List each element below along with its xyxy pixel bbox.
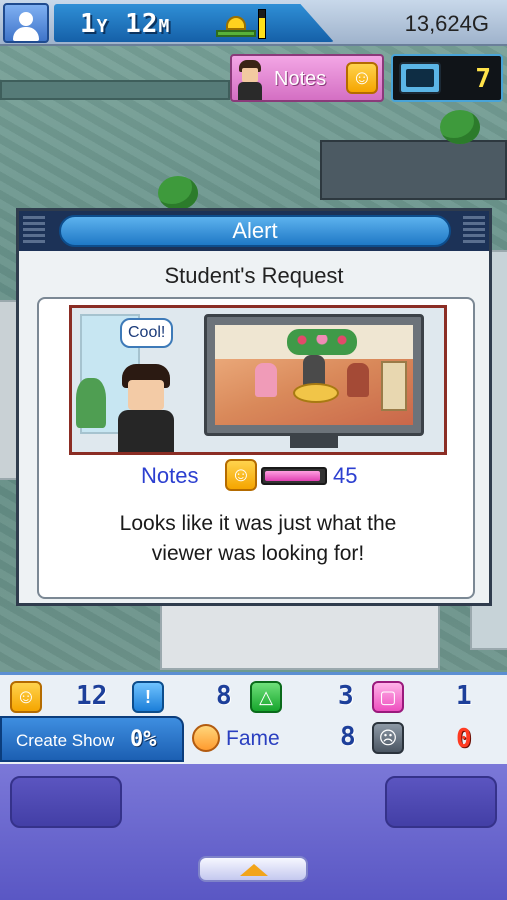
tree	[440, 110, 480, 144]
date-years-unit: Y	[96, 16, 109, 37]
screen-icon: ▢	[372, 681, 404, 713]
bookshelf	[381, 361, 407, 411]
alert-dialog[interactable]: Alert Student's Request Cool! Notes ☺ 45…	[16, 208, 492, 606]
profile-button[interactable]	[3, 3, 49, 43]
arrow-up-icon	[240, 864, 268, 876]
alert-count: 0	[456, 724, 472, 754]
date-panel: 1Y 12M	[54, 4, 334, 42]
tv-count: 7	[475, 64, 491, 94]
smiley-icon: ☺	[346, 62, 378, 94]
gauge-fill	[259, 18, 265, 38]
create-show-percent: 0%	[130, 727, 157, 752]
fame-icon	[192, 724, 220, 752]
grip-icon	[23, 216, 45, 244]
student-avatar	[236, 58, 264, 100]
weather-icon	[216, 10, 256, 38]
sad-face-icon: ☹	[372, 722, 404, 754]
speech-bubble: Cool!	[120, 318, 174, 348]
ground-icon	[216, 30, 256, 37]
notes-stat-row: Notes ☺ 45	[39, 459, 473, 493]
tv-screen	[215, 325, 413, 425]
notes-chip-label: Notes	[274, 68, 327, 90]
host-red	[347, 363, 369, 397]
date-months: 12	[125, 9, 159, 39]
message-line-2: viewer was looking for!	[151, 542, 365, 565]
tv-set	[204, 314, 424, 436]
host-pink	[255, 363, 277, 397]
tv-stand	[290, 434, 338, 448]
stat-value: 8	[340, 722, 356, 752]
student-character	[116, 364, 176, 452]
avatar-face	[242, 68, 258, 82]
sun-icon	[226, 16, 246, 30]
request-card: Cool! Notes ☺ 45 Looks like it was just …	[37, 297, 475, 599]
notes-label: Notes	[141, 463, 199, 488]
game-date: 1Y 12M	[80, 9, 170, 39]
building-bottom	[160, 600, 440, 670]
gold-amount: 13,624G	[404, 11, 489, 36]
date-years: 1	[80, 9, 97, 39]
control-area	[0, 764, 507, 900]
smiley-icon: ☺	[10, 681, 42, 713]
top-hud: 1Y 12M 13,624G	[0, 0, 507, 46]
notes-bar-fill	[265, 471, 321, 481]
request-illustration: Cool!	[69, 305, 447, 455]
stat-value: 1	[456, 681, 472, 711]
bell-icon: △	[250, 681, 282, 713]
plant	[76, 378, 106, 428]
weather-gauge	[258, 9, 266, 39]
rooftop	[320, 140, 507, 200]
alert-title-pill: Alert	[59, 215, 451, 247]
fame-indicator[interactable]: Fame	[190, 720, 300, 758]
tv-icon	[399, 62, 441, 94]
flowers	[287, 329, 357, 355]
create-show-label: Create Show	[16, 731, 115, 750]
request-title: Student's Request	[164, 263, 344, 288]
message-line-1: Looks like it was just what the	[119, 512, 397, 535]
smiley-icon: ☺	[225, 459, 257, 491]
date-months-unit: M	[158, 16, 171, 37]
notes-bar	[261, 467, 327, 485]
person-icon-body	[13, 27, 39, 41]
person-icon	[19, 12, 33, 26]
wall	[0, 80, 230, 100]
stat-value: 3	[338, 681, 354, 711]
stat-value: 12	[76, 681, 108, 711]
student-face	[128, 380, 164, 410]
notes-value: 45	[333, 463, 358, 488]
right-control-button[interactable]	[385, 776, 497, 828]
avatar-coat	[238, 82, 262, 100]
stat-value: 8	[216, 681, 232, 711]
tv-counter[interactable]: 7	[391, 54, 503, 102]
tree	[158, 176, 198, 210]
notes-chip[interactable]: Notes ☺	[230, 54, 384, 102]
fame-label: Fame	[226, 727, 280, 750]
dialog-header: Alert	[19, 211, 489, 251]
alert-title: Alert	[232, 218, 278, 243]
idea-icon: !	[132, 681, 164, 713]
create-show-tab[interactable]: Create Show 0%	[0, 716, 184, 762]
alert-message: Looks like it was just what the viewer w…	[59, 509, 457, 569]
grip-icon	[463, 216, 485, 244]
expand-menu-button[interactable]	[198, 856, 308, 882]
studio-table	[293, 383, 339, 403]
student-coat	[118, 410, 174, 452]
left-control-button[interactable]	[10, 776, 122, 828]
